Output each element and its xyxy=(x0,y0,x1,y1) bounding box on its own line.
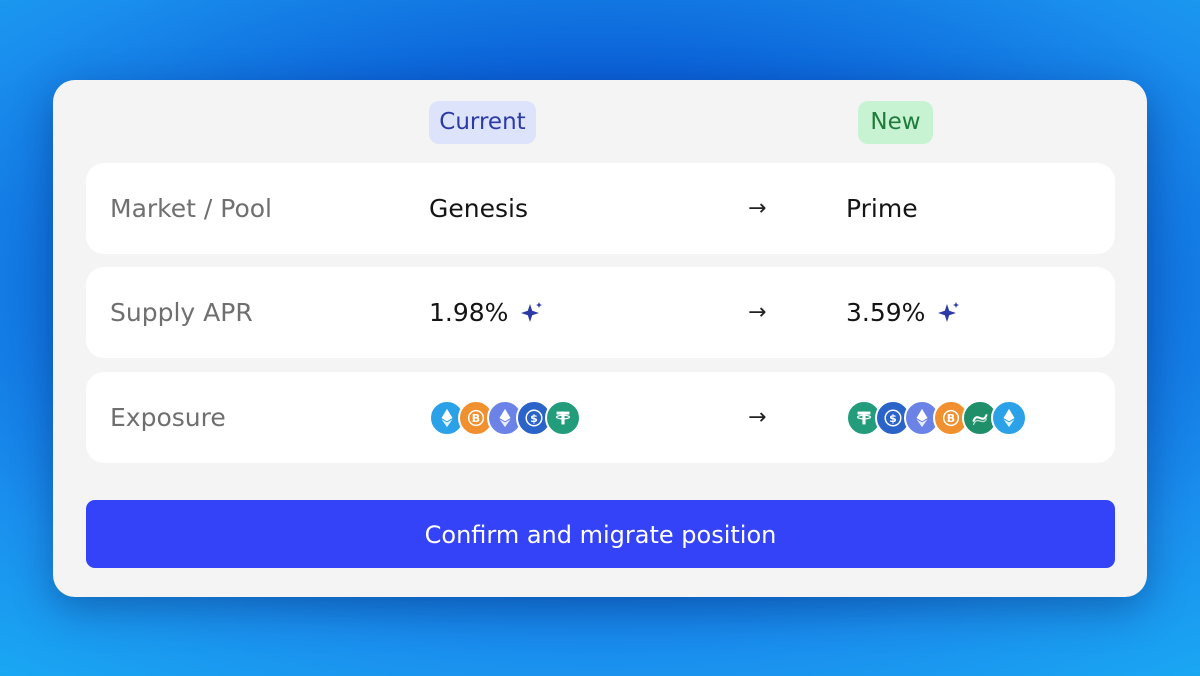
new-market-value: Prime xyxy=(846,194,918,223)
svg-text:B: B xyxy=(472,411,480,424)
arrow-right-icon: → xyxy=(748,300,767,325)
row-label: Exposure xyxy=(110,403,226,432)
row-label: Market / Pool xyxy=(110,194,272,223)
row-label: Supply APR xyxy=(110,298,253,327)
current-column-badge: Current xyxy=(429,101,536,144)
new-exposure: $ B xyxy=(846,372,1027,463)
new-column-badge: New xyxy=(858,101,933,144)
current-exposure: B $ xyxy=(429,372,581,463)
svg-text:$: $ xyxy=(889,412,897,425)
new-token-stack[interactable]: $ B xyxy=(846,399,1027,436)
confirm-migrate-button[interactable]: Confirm and migrate position xyxy=(86,500,1115,568)
current-apr: 1.98% xyxy=(429,267,544,358)
sparkle-icon[interactable] xyxy=(937,301,961,325)
eth-staked-token-icon xyxy=(991,399,1027,436)
sparkle-icon[interactable] xyxy=(520,301,544,325)
row-market-pool: Market / Pool Genesis → Prime xyxy=(86,163,1115,254)
row-supply-apr: Supply APR 1.98% → 3.59% xyxy=(86,267,1115,358)
arrow-right-icon: → xyxy=(748,196,767,221)
new-apr-value: 3.59% xyxy=(846,298,926,327)
arrow-right-icon: → xyxy=(748,405,767,430)
current-market-value: Genesis xyxy=(429,194,528,223)
svg-text:$: $ xyxy=(530,412,538,425)
migration-card: Current New Market / Pool Genesis → Prim… xyxy=(53,80,1147,597)
row-exposure: Exposure B $ → $ B xyxy=(86,372,1115,463)
new-apr: 3.59% xyxy=(846,267,961,358)
svg-text:B: B xyxy=(947,411,955,424)
usdt-token-icon xyxy=(545,399,581,436)
current-apr-value: 1.98% xyxy=(429,298,509,327)
current-token-stack[interactable]: B $ xyxy=(429,399,581,436)
